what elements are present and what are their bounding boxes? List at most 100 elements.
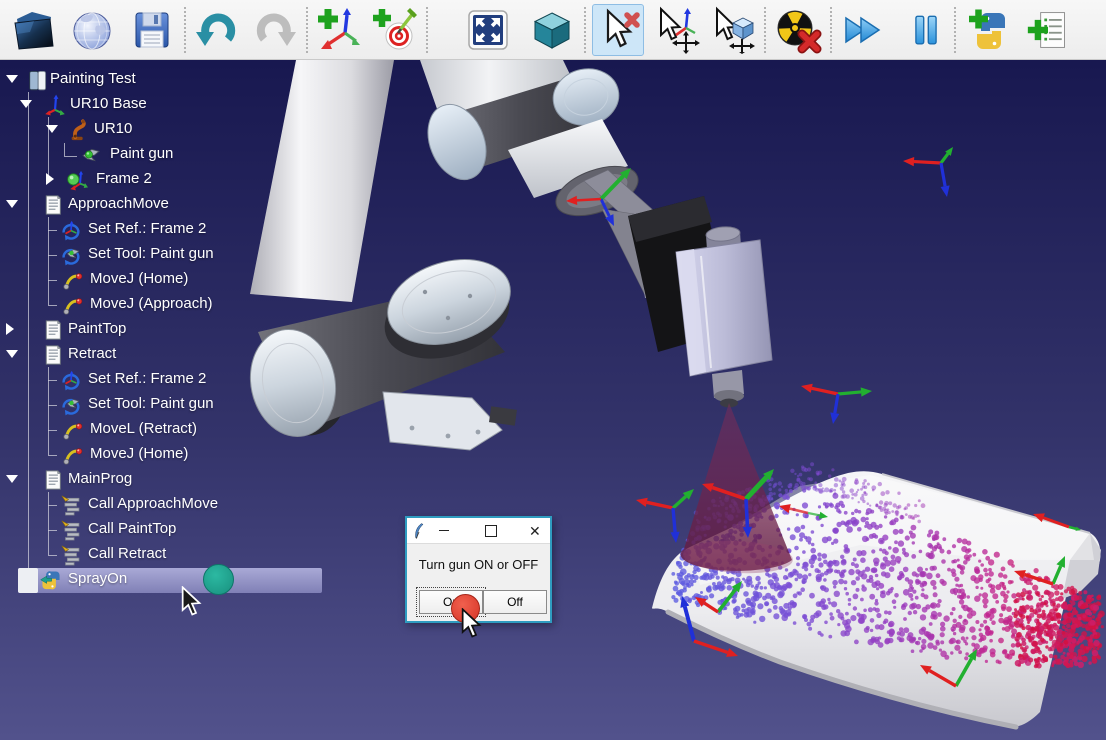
tree-item-ur10-base[interactable]: UR10 Base [0,93,420,117]
tree-item-call-painttop[interactable]: Call PaintTop [0,518,420,542]
tree-item-painttop[interactable]: PaintTop [0,318,420,342]
cursor-move-obj-icon [708,6,756,54]
axis-arrow [838,392,861,394]
prog-icon [42,194,64,216]
toolbar-add-program-button[interactable] [1026,4,1070,56]
tree-item-mainprog[interactable]: MainProg [0,468,420,492]
toolbar-separator [954,7,956,53]
tree-item-call-retract[interactable]: Call Retract [0,543,420,567]
prog-icon [42,319,64,341]
tree-item-set-ref-frame-2[interactable]: Set Ref.: Frame 2 [0,368,420,392]
tree-expander-closed[interactable] [6,323,14,335]
tree-item-movej-approach-[interactable]: MoveJ (Approach) [0,293,420,317]
setref-icon [60,369,82,391]
gun-off-button[interactable]: Off [483,590,547,614]
tree-item-label: Call Retract [88,545,166,562]
tree-item-painting-test[interactable]: Painting Test [0,68,420,92]
cursor-select-icon [594,6,642,54]
toolbar-separator [764,7,766,53]
tree-expander-open[interactable] [46,125,58,133]
tree-item-label: Call PaintTop [88,520,176,537]
cursor-move-ref-icon [652,6,700,54]
tree-item-set-tool-paint-gun[interactable]: Set Tool: Paint gun [0,393,420,417]
tree-item-label: MoveJ (Home) [90,445,188,462]
frame-icon [44,94,66,116]
tree-item-label: PaintTop [68,320,126,337]
dialog-maximize-button[interactable] [485,525,497,537]
movej-icon [62,419,84,441]
tree-item-paint-gun[interactable]: Paint gun [0,143,420,167]
open-folder-icon [10,6,58,54]
toolbar-add-python-program-button[interactable] [964,4,1016,56]
toolbar-redo-button[interactable] [248,4,300,56]
toolbar-add-target-button[interactable] [368,4,420,56]
tree-item-label: Frame 2 [96,170,152,187]
axis-arrow [577,199,601,200]
python-icon [40,569,62,591]
tree-item-label: Set Tool: Paint gun [88,245,214,262]
stage: Painting Test UR10 Base UR10Paint gun Frame… [0,60,1106,740]
ballframe-icon [66,169,88,191]
toolbar-open-button[interactable] [8,4,60,56]
toolbar-fast-simulation-button[interactable] [836,4,888,56]
tree-expander-open[interactable] [6,75,18,83]
toolbar-check-collisions-off-button[interactable] [772,4,824,56]
prog-icon [42,469,64,491]
toolbar-separator [306,7,308,53]
toolbar-move-reference-tool-button[interactable] [650,4,702,56]
toolbar-fit-to-screen-button[interactable] [462,4,514,56]
pause-icon [904,6,948,54]
tree-item-label: SprayOn [68,570,127,587]
iso-cube-icon [528,6,576,54]
tree-expander-closed[interactable] [46,173,54,185]
undo-icon [194,6,242,54]
toolbar-isometric-view-button[interactable] [526,4,578,56]
tree-click-indicator [203,564,234,595]
dialog-titlebar[interactable]: ✕ [407,518,550,544]
tree-expander-open[interactable] [6,475,18,483]
tree-item-movej-home-[interactable]: MoveJ (Home) [0,443,420,467]
toolbar-add-reference-frame-button[interactable] [312,4,364,56]
tree-item-retract[interactable]: Retract [0,343,420,367]
toolbar-save-station-button[interactable] [126,4,178,56]
tree-item-ur10[interactable]: UR10 [0,118,420,142]
settool-icon [60,244,82,266]
tree-item-frame-2[interactable]: Frame 2 [0,168,420,192]
movej-icon [62,269,84,291]
toolbar-pause-simulation-button[interactable] [904,4,948,56]
dialog-close-button[interactable]: ✕ [529,524,541,538]
globe-icon [68,6,116,54]
tree-item-movel-retract-[interactable]: MoveL (Retract) [0,418,420,442]
tree-item-label: UR10 Base [70,95,147,112]
tree-item-label: MoveJ (Home) [90,270,188,287]
tree-expander-open[interactable] [6,350,18,358]
tree-item-movej-home-[interactable]: MoveJ (Home) [0,268,420,292]
tree-expander-open[interactable] [6,200,18,208]
station-icon [26,69,48,91]
mouse-cursor [181,586,203,618]
tree-expander-open[interactable] [20,100,32,108]
tree-item-label: Painting Test [50,70,136,87]
settool-icon [60,394,82,416]
call-icon [60,519,82,541]
fast-forward-icon [838,6,886,54]
dialog-message: Turn gun ON or OFF [407,557,550,572]
add-target-icon [370,6,418,54]
station-tree: Painting Test UR10 Base UR10Paint gun Frame… [0,60,420,740]
tree-item-set-tool-paint-gun[interactable]: Set Tool: Paint gun [0,243,420,267]
toolbar-undo-button[interactable] [192,4,244,56]
toolbar-move-object-tool-button[interactable] [706,4,758,56]
main-toolbar [0,0,1106,60]
toolbar-select-tool-button[interactable] [592,4,644,56]
toolbar-separator [184,7,186,53]
tree-item-call-approachmove[interactable]: Call ApproachMove [0,493,420,517]
tree-item-label: Set Tool: Paint gun [88,395,214,412]
tree-item-set-ref-frame-2[interactable]: Set Ref.: Frame 2 [0,218,420,242]
tree-item-approachmove[interactable]: ApproachMove [0,193,420,217]
dialog-minimize-button[interactable] [439,530,449,531]
prog-icon [42,344,64,366]
gun-icon [80,144,102,166]
robot-icon [68,119,90,141]
toolbar-open-online-library-button[interactable] [66,4,118,56]
collision-off-icon [774,6,822,54]
